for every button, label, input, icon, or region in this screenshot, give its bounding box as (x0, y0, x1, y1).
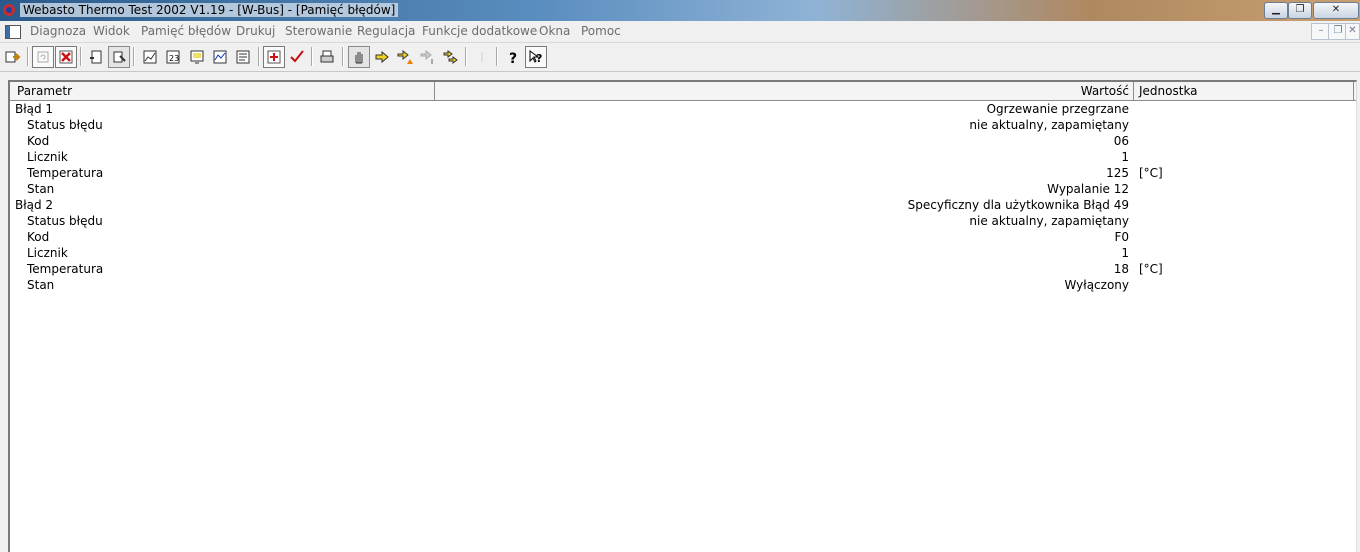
refresh-icon[interactable] (32, 46, 54, 68)
column-divider[interactable] (1133, 82, 1134, 100)
cell-parametr: Licznik (27, 246, 68, 260)
connect-icon[interactable] (2, 46, 24, 68)
menu-diagnoza[interactable]: Diagnoza (30, 24, 86, 38)
table-row[interactable]: Temperatura 18 [°C] (10, 262, 1356, 278)
check-icon[interactable] (286, 46, 308, 68)
toolbar-separator (80, 47, 82, 66)
cell-parametr: Licznik (27, 150, 68, 164)
cell-parametr: Kod (27, 230, 50, 244)
cell-wartosc: 18 (1113, 262, 1129, 276)
print-icon[interactable] (316, 46, 338, 68)
table-row[interactable]: Stan Wypalanie 12 (10, 182, 1356, 198)
read-icon[interactable] (85, 46, 107, 68)
toolbar-separator (465, 47, 467, 66)
table-row[interactable]: Kod F0 (10, 230, 1356, 246)
column-divider[interactable] (1353, 82, 1354, 100)
cell-parametr: Kod (27, 134, 50, 148)
add-icon[interactable] (263, 46, 285, 68)
column-header-parametr[interactable]: Parametr (17, 84, 72, 99)
delete-icon[interactable] (55, 46, 77, 68)
toolbar-separator (496, 47, 498, 66)
table-row[interactable]: Kod 06 (10, 134, 1356, 150)
menu-pamiec-bledow[interactable]: Pamięć błędów (141, 24, 231, 38)
toolbar-separator (133, 47, 135, 66)
list-icon[interactable] (232, 46, 254, 68)
menu-okna[interactable]: Okna (539, 24, 570, 38)
cell-wartosc: 125 (1106, 166, 1129, 180)
cell-parametr: Status błędu (27, 118, 103, 132)
cell-parametr: Temperatura (27, 166, 104, 180)
cell-parametr: Temperatura (27, 262, 104, 276)
cell-wartosc: Ogrzewanie przegrzane (986, 102, 1129, 116)
cell-wartosc: Wypalanie 12 (1047, 182, 1129, 196)
context-help-icon[interactable]: ? (525, 46, 547, 68)
toolbar-separator (27, 47, 29, 66)
arrow-icon[interactable] (371, 46, 393, 68)
cell-wartosc: Wyłączony (1064, 278, 1129, 292)
table-row[interactable]: Temperatura 125 [°C] (10, 166, 1356, 182)
arrow-warn-icon[interactable] (394, 46, 416, 68)
cell-wartosc: 1 (1121, 150, 1129, 164)
toolbar-separator (311, 47, 313, 66)
error-memory-table: Parametr Wartość Jednostka Błąd 1 Ogrzewa… (8, 80, 1357, 552)
menu-sterowanie[interactable]: Sterowanie (285, 24, 352, 38)
graph-icon[interactable] (139, 46, 161, 68)
table-row[interactable]: Licznik 1 (10, 150, 1356, 166)
arrow-multi-icon[interactable] (440, 46, 462, 68)
clear-icon[interactable] (108, 46, 130, 68)
cell-wartosc: 1 (1121, 246, 1129, 260)
cell-parametr: Stan (27, 182, 55, 196)
menu-drukuj[interactable]: Drukuj (236, 24, 275, 38)
menu-funkcje-dodatkowe[interactable]: Funkcje dodatkowe (422, 24, 537, 38)
cell-wartosc: F0 (1114, 230, 1129, 244)
blank-icon[interactable] (471, 46, 493, 68)
cell-parametr: Status błędu (27, 214, 103, 228)
table-row[interactable]: Stan Wyłączony (10, 278, 1356, 294)
menu-widok[interactable]: Widok (93, 24, 130, 38)
cell-parametr: Błąd 1 (15, 102, 54, 116)
toolbar-separator (342, 47, 344, 66)
mdi-close-button[interactable]: ✕ (1345, 23, 1360, 40)
column-divider[interactable] (434, 82, 435, 100)
table-row[interactable]: Status błędu nie aktualny, zapamiętany (10, 214, 1356, 230)
cell-wartosc: Specyficzny dla użytkownika Błąd 49 (907, 198, 1129, 212)
cell-jednostka: [°C] (1139, 166, 1163, 180)
arrow-disabled-icon[interactable] (417, 46, 439, 68)
toolbar-separator (258, 47, 260, 66)
help-icon[interactable]: ? (502, 46, 524, 68)
cell-parametr: Błąd 2 (15, 198, 54, 212)
close-button[interactable]: ✕ (1313, 2, 1359, 19)
table-header: Parametr Wartość Jednostka (10, 82, 1356, 101)
calendar-icon[interactable]: 23 (162, 46, 184, 68)
table-row[interactable]: Status błędu nie aktualny, zapamiętany (10, 118, 1356, 134)
menu-pomoc[interactable]: Pomoc (581, 24, 621, 38)
document-system-menu-icon[interactable] (5, 25, 21, 39)
cell-wartosc: nie aktualny, zapamiętany (969, 214, 1129, 228)
menu-regulacja[interactable]: Regulacja (357, 24, 415, 38)
table-row[interactable]: Błąd 2 Specyficzny dla użytkownika Błąd 4… (10, 198, 1356, 214)
column-header-jednostka[interactable]: Jednostka (1139, 84, 1198, 99)
minimize-button[interactable]: ▁ (1264, 2, 1288, 19)
table-row[interactable]: Licznik 1 (10, 246, 1356, 262)
table-row[interactable]: Błąd 1 Ogrzewanie przegrzane (10, 102, 1356, 118)
cell-jednostka: [°C] (1139, 262, 1163, 276)
toolbar: 23 ? ? (0, 43, 1360, 72)
cell-wartosc: nie aktualny, zapamiętany (969, 118, 1129, 132)
title-bar: Webasto Thermo Test 2002 V1.19 - [W-Bus]… (0, 0, 1360, 21)
cell-wartosc: 06 (1113, 134, 1129, 148)
maximize-button[interactable]: ❐ (1288, 2, 1312, 19)
svg-text:23: 23 (169, 54, 179, 63)
column-header-wartosc[interactable]: Wartość (1081, 84, 1129, 99)
menu-bar: Diagnoza Widok Pamięć błędów Drukuj Ster… (0, 21, 1360, 43)
hand-icon[interactable] (348, 46, 370, 68)
window-title: Webasto Thermo Test 2002 V1.19 - [W-Bus]… (20, 3, 399, 17)
cell-parametr: Stan (27, 278, 55, 292)
display-icon[interactable] (186, 46, 208, 68)
chart-icon[interactable] (209, 46, 231, 68)
app-icon (3, 4, 15, 16)
svg-text:?: ? (536, 52, 542, 65)
svg-text:?: ? (509, 51, 517, 65)
